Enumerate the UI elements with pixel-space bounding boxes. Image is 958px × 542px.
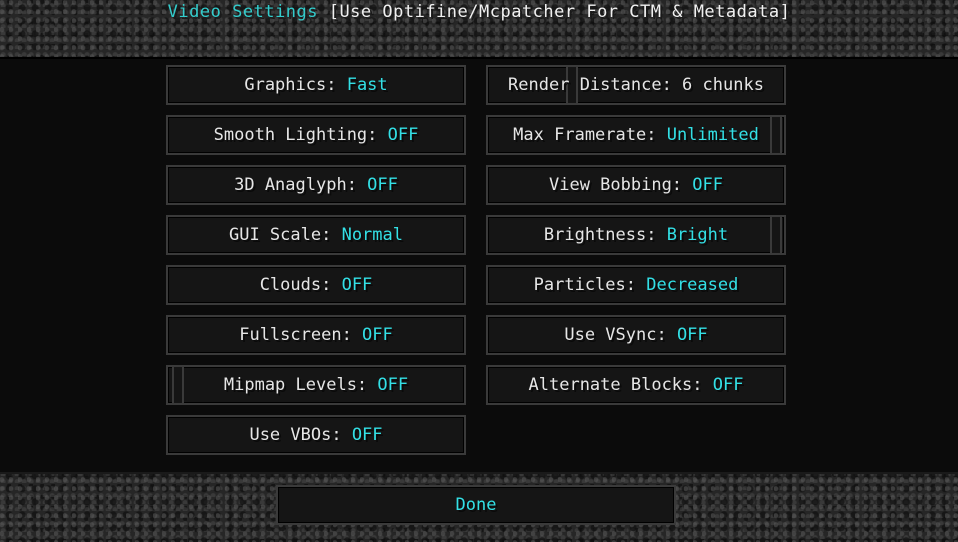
render-distance-value: 6 chunks — [682, 75, 764, 95]
alternate-blocks-button[interactable]: Alternate Blocks: OFF — [486, 365, 786, 405]
smooth-lighting-value: OFF — [387, 125, 419, 145]
title-accent: Video Settings — [167, 2, 318, 22]
gui-scale-label: GUI Scale: — [228, 225, 342, 245]
max-framerate-value: Unlimited — [666, 125, 759, 145]
vsync-label: Use VSync: — [564, 325, 677, 345]
max-framerate-slider[interactable]: Max Framerate: Unlimited — [486, 115, 786, 155]
vsync-value: OFF — [676, 325, 708, 345]
options-list[interactable] — [0, 57, 958, 474]
view-bobbing-button[interactable]: View Bobbing: OFF — [486, 165, 786, 205]
alternate-blocks-label: Alternate Blocks: — [528, 375, 713, 395]
gui-scale-button[interactable]: GUI Scale: Normal — [166, 215, 466, 255]
mipmap-slider-knob[interactable] — [172, 367, 184, 403]
max-framerate-label: Max Framerate: — [513, 125, 667, 145]
fullscreen-label: Fullscreen: — [239, 325, 363, 345]
graphics-value: Fast — [346, 75, 388, 95]
clouds-label: Clouds: — [259, 275, 342, 295]
clouds-button[interactable]: Clouds: OFF — [166, 265, 466, 305]
graphics-button[interactable]: Graphics: Fast — [166, 65, 466, 105]
vbos-button[interactable]: Use VBOs: OFF — [166, 415, 466, 455]
particles-label: Particles: — [533, 275, 647, 295]
mipmap-levels-slider[interactable]: Mipmap Levels: OFF — [166, 365, 466, 405]
mipmap-label: Mipmap Levels: — [223, 375, 378, 395]
vsync-button[interactable]: Use VSync: OFF — [486, 315, 786, 355]
max-framerate-slider-knob[interactable] — [770, 117, 782, 153]
smooth-lighting-button[interactable]: Smooth Lighting: OFF — [166, 115, 466, 155]
graphics-label: Graphics: — [244, 75, 347, 95]
smooth-lighting-label: Smooth Lighting: — [213, 125, 388, 145]
particles-value: Decreased — [646, 275, 739, 295]
render-distance-label: Render Distance: — [508, 75, 683, 95]
screen-title: Video Settings [Use Optifine/Mcpatcher F… — [0, 0, 958, 28]
fullscreen-value: OFF — [362, 325, 393, 345]
view-bobbing-value: OFF — [692, 175, 723, 195]
view-bobbing-label: View Bobbing: — [548, 175, 693, 195]
alternate-blocks-value: OFF — [712, 375, 744, 395]
particles-button[interactable]: Particles: Decreased — [486, 265, 786, 305]
done-button[interactable]: Done — [276, 485, 676, 525]
gui-scale-value: Normal — [341, 225, 403, 245]
render-distance-slider[interactable]: Render Distance: 6 chunks — [486, 65, 786, 105]
anaglyph-label: 3D Anaglyph: — [234, 175, 368, 195]
mipmap-value: OFF — [377, 375, 409, 395]
brightness-label: Brightness: — [543, 225, 667, 245]
brightness-value: Bright — [666, 225, 729, 245]
anaglyph-button[interactable]: 3D Anaglyph: OFF — [166, 165, 466, 205]
fullscreen-button[interactable]: Fullscreen: OFF — [166, 315, 466, 355]
vbos-label: Use VBOs: — [249, 425, 352, 445]
clouds-value: OFF — [341, 275, 373, 295]
brightness-slider-knob[interactable] — [770, 217, 782, 253]
title-note: [Use Optifine/Mcpatcher For CTM & Metada… — [317, 2, 791, 22]
brightness-slider[interactable]: Brightness: Bright — [486, 215, 786, 255]
vbos-value: OFF — [351, 425, 383, 445]
anaglyph-value: OFF — [367, 175, 398, 195]
